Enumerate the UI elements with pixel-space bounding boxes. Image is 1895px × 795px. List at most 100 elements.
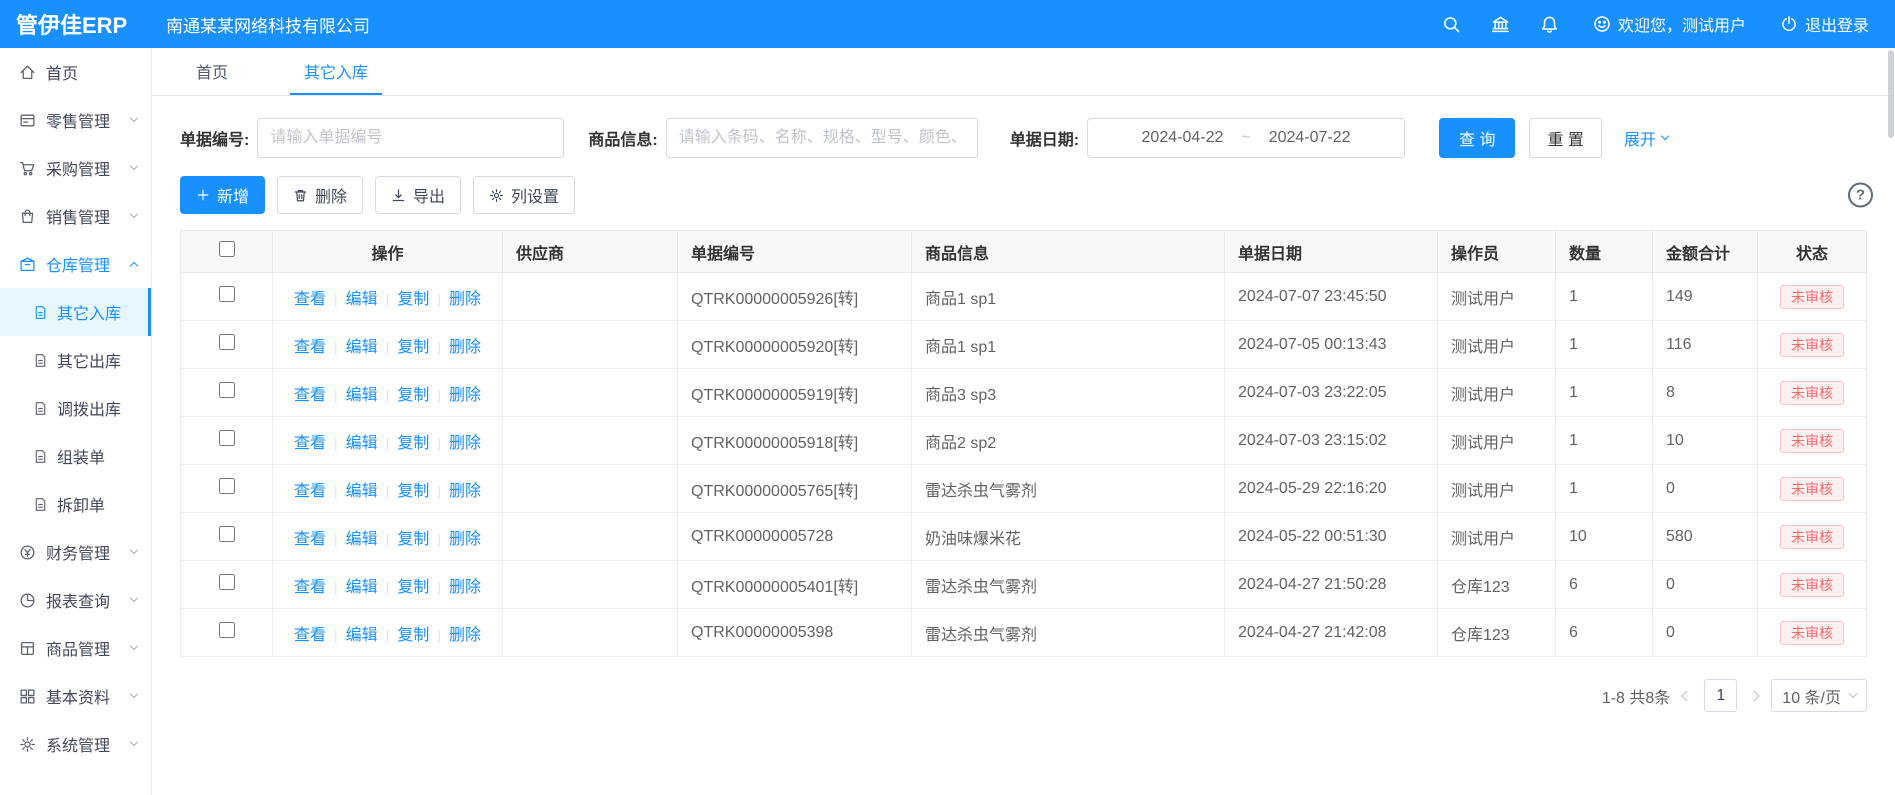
view-link[interactable]: 查看 xyxy=(294,531,326,548)
scrollbar-thumb[interactable] xyxy=(1888,50,1894,138)
view-link[interactable]: 查看 xyxy=(294,435,326,452)
row-checkbox[interactable] xyxy=(219,334,235,350)
current-page-button[interactable]: 1 xyxy=(1704,679,1737,712)
cell-bill-no: QTRK00000005765[转] xyxy=(678,465,912,513)
page-size-select[interactable]: 10 条/页 xyxy=(1771,679,1867,712)
copy-link[interactable]: 复制 xyxy=(397,531,429,548)
edit-link[interactable]: 编辑 xyxy=(346,579,378,596)
delete-link[interactable]: 删除 xyxy=(449,483,481,500)
export-button[interactable]: 导出 xyxy=(375,176,461,214)
cell-operator: 测试用户 xyxy=(1438,417,1556,465)
view-link[interactable]: 查看 xyxy=(294,483,326,500)
copy-link[interactable]: 复制 xyxy=(397,627,429,644)
delete-link[interactable]: 删除 xyxy=(449,579,481,596)
cell-operator: 测试用户 xyxy=(1438,321,1556,369)
edit-link[interactable]: 编辑 xyxy=(346,531,378,548)
reset-button[interactable]: 重 置 xyxy=(1529,118,1601,158)
date-range-picker[interactable]: 2024-04-22 ~ 2024-07-22 xyxy=(1087,118,1405,158)
scrollbar[interactable] xyxy=(1887,48,1895,795)
tab-bar: 首页 其它入库 xyxy=(152,48,1895,96)
cell-qty: 1 xyxy=(1556,273,1653,321)
view-link[interactable]: 查看 xyxy=(294,579,326,596)
sidebar-item-purchase[interactable]: 采购管理 xyxy=(0,144,151,192)
edit-link[interactable]: 编辑 xyxy=(346,339,378,356)
next-page-button[interactable] xyxy=(1750,692,1758,700)
sidebar-item-reports[interactable]: 报表查询 xyxy=(0,576,151,624)
sidebar-subitem-disassembly[interactable]: 拆卸单 xyxy=(0,480,151,528)
copy-link[interactable]: 复制 xyxy=(397,435,429,452)
bank-icon[interactable] xyxy=(1491,15,1510,34)
tab-home[interactable]: 首页 xyxy=(182,48,242,95)
goods-info-input[interactable] xyxy=(666,118,978,158)
edit-link[interactable]: 编辑 xyxy=(346,627,378,644)
search-icon[interactable] xyxy=(1442,15,1461,34)
table-header-row: 操作 供应商 单据编号 商品信息 单据日期 操作员 数量 金额合计 状态 xyxy=(181,231,1867,273)
logout-button[interactable]: 退出登录 xyxy=(1780,12,1869,36)
app-logo: 管伊佳ERP xyxy=(0,8,152,40)
edit-link[interactable]: 编辑 xyxy=(346,387,378,404)
view-link[interactable]: 查看 xyxy=(294,627,326,644)
select-all-checkbox[interactable] xyxy=(219,241,235,257)
edit-link[interactable]: 编辑 xyxy=(346,291,378,308)
row-checkbox[interactable] xyxy=(219,526,235,542)
row-checkbox[interactable] xyxy=(219,478,235,494)
edit-link[interactable]: 编辑 xyxy=(346,435,378,452)
sidebar-item-home[interactable]: 首页 xyxy=(0,48,151,96)
delete-link[interactable]: 删除 xyxy=(449,291,481,308)
row-checkbox[interactable] xyxy=(219,286,235,302)
file-icon xyxy=(33,401,48,416)
logout-text: 退出登录 xyxy=(1805,12,1869,36)
cell-qty: 1 xyxy=(1556,417,1653,465)
row-checkbox[interactable] xyxy=(219,430,235,446)
row-checkbox[interactable] xyxy=(219,574,235,590)
delete-link[interactable]: 删除 xyxy=(449,387,481,404)
view-link[interactable]: 查看 xyxy=(294,387,326,404)
sidebar-subitem-other-inbound[interactable]: 其它入库 xyxy=(0,288,151,336)
delete-link[interactable]: 删除 xyxy=(449,531,481,548)
header-goods: 商品信息 xyxy=(912,231,1225,273)
search-button[interactable]: 查 询 xyxy=(1439,118,1515,158)
sidebar-subitem-assembly[interactable]: 组装单 xyxy=(0,432,151,480)
bill-no-input[interactable] xyxy=(257,118,564,158)
sidebar-item-basic-data[interactable]: 基本资料 xyxy=(0,672,151,720)
column-settings-button[interactable]: 列设置 xyxy=(473,176,575,214)
header-operator: 操作员 xyxy=(1438,231,1556,273)
chevron-down-icon xyxy=(1849,689,1857,697)
table-body: 查看编辑复制删除 QTRK00000005926[转] 商品1 sp1 2024… xyxy=(181,273,1867,657)
prev-page-button[interactable] xyxy=(1683,692,1691,700)
delete-link[interactable]: 删除 xyxy=(449,627,481,644)
link-separator xyxy=(326,291,346,308)
tab-other-inbound[interactable]: 其它入库 xyxy=(290,48,382,95)
sidebar-item-retail[interactable]: 零售管理 xyxy=(0,96,151,144)
sidebar-item-system[interactable]: 系统管理 xyxy=(0,720,151,768)
sidebar-item-goods[interactable]: 商品管理 xyxy=(0,624,151,672)
chevron-down-icon xyxy=(130,162,138,170)
copy-link[interactable]: 复制 xyxy=(397,291,429,308)
sidebar-subitem-other-outbound[interactable]: 其它出库 xyxy=(0,336,151,384)
date-to-value: 2024-07-22 xyxy=(1269,129,1351,147)
help-icon[interactable]: ? xyxy=(1848,183,1873,208)
copy-link[interactable]: 复制 xyxy=(397,387,429,404)
sidebar-item-sales[interactable]: 销售管理 xyxy=(0,192,151,240)
cell-qty: 6 xyxy=(1556,561,1653,609)
sidebar-item-label: 零售管理 xyxy=(46,108,110,132)
sidebar-item-warehouse[interactable]: 仓库管理 xyxy=(0,240,151,288)
row-checkbox[interactable] xyxy=(219,622,235,638)
delete-button[interactable]: 删除 xyxy=(277,176,363,214)
copy-link[interactable]: 复制 xyxy=(397,579,429,596)
sidebar-item-finance[interactable]: 财务管理 xyxy=(0,528,151,576)
delete-link[interactable]: 删除 xyxy=(449,339,481,356)
bell-icon[interactable] xyxy=(1540,15,1559,34)
link-separator xyxy=(326,531,346,548)
sidebar-subitem-transfer-outbound[interactable]: 调拨出库 xyxy=(0,384,151,432)
user-menu[interactable]: 欢迎您，测试用户 xyxy=(1593,12,1746,36)
copy-link[interactable]: 复制 xyxy=(397,483,429,500)
expand-link[interactable]: 展开 xyxy=(1624,126,1668,150)
edit-link[interactable]: 编辑 xyxy=(346,483,378,500)
view-link[interactable]: 查看 xyxy=(294,291,326,308)
delete-link[interactable]: 删除 xyxy=(449,435,481,452)
copy-link[interactable]: 复制 xyxy=(397,339,429,356)
row-checkbox[interactable] xyxy=(219,382,235,398)
view-link[interactable]: 查看 xyxy=(294,339,326,356)
add-button[interactable]: 新增 xyxy=(180,176,265,214)
